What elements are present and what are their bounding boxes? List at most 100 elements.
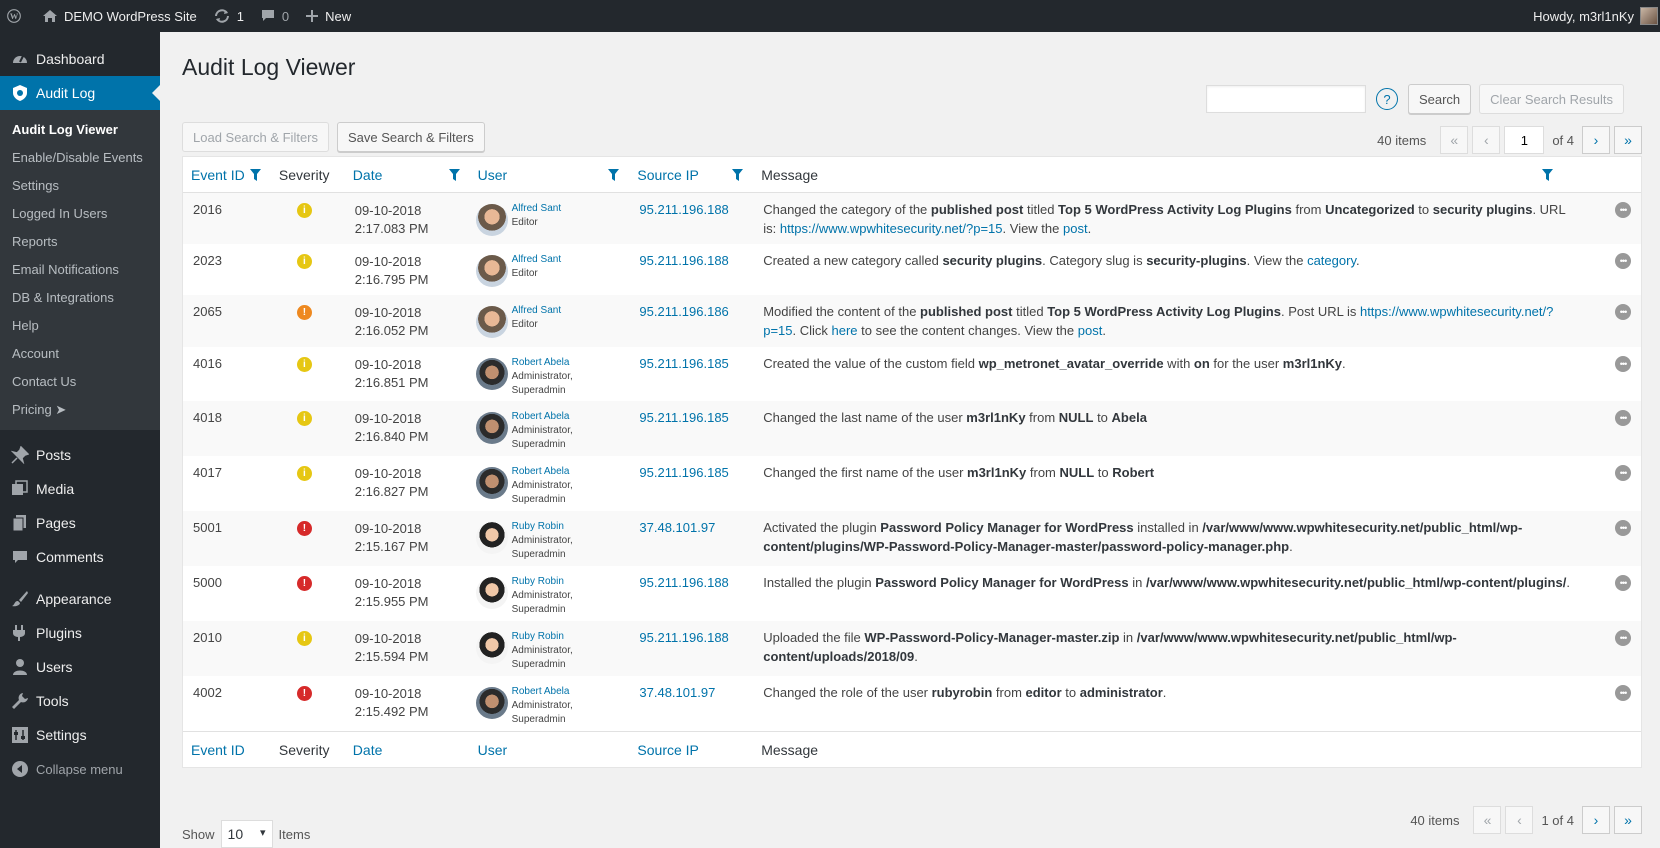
col-user[interactable]: User bbox=[470, 157, 630, 193]
col-date[interactable]: Date bbox=[345, 157, 470, 193]
submenu-db-integrations[interactable]: DB & Integrations bbox=[0, 284, 160, 312]
menu-posts[interactable]: Posts bbox=[0, 438, 160, 472]
submenu-reports[interactable]: Reports bbox=[0, 228, 160, 256]
last-page-button[interactable]: » bbox=[1614, 126, 1642, 154]
comments-link[interactable]: 0 bbox=[252, 0, 297, 32]
prev-page-button[interactable]: ‹ bbox=[1472, 126, 1501, 154]
save-filters-button[interactable]: Save Search & Filters bbox=[337, 122, 485, 152]
search-button[interactable]: Search bbox=[1407, 84, 1472, 114]
current-page-input[interactable] bbox=[1504, 126, 1545, 154]
menu-settings[interactable]: Settings bbox=[0, 718, 160, 752]
menu-media[interactable]: Media bbox=[0, 472, 160, 506]
col-label[interactable]: Date bbox=[353, 167, 383, 183]
more-details-icon[interactable]: ••• bbox=[1615, 304, 1631, 320]
user-name-link[interactable]: Ruby Robin bbox=[512, 521, 564, 532]
first-page-button[interactable]: « bbox=[1440, 126, 1469, 154]
menu-users[interactable]: Users bbox=[0, 650, 160, 684]
new-content-link[interactable]: New bbox=[297, 0, 359, 32]
col-label[interactable]: Event ID bbox=[191, 167, 245, 183]
submenu-enable-disable-events[interactable]: Enable/Disable Events bbox=[0, 144, 160, 172]
filter-icon[interactable] bbox=[608, 168, 620, 181]
source-ip-link[interactable]: 95.211.196.188 bbox=[639, 575, 728, 590]
source-ip-link[interactable]: 37.48.101.97 bbox=[639, 685, 715, 700]
col-label[interactable]: Source IP bbox=[637, 742, 698, 758]
menu-appearance[interactable]: Appearance bbox=[0, 582, 160, 616]
next-page-button[interactable]: › bbox=[1582, 126, 1610, 154]
more-details-icon[interactable]: ••• bbox=[1615, 575, 1631, 591]
next-page-button[interactable]: › bbox=[1582, 806, 1610, 834]
filter-icon[interactable] bbox=[448, 168, 460, 181]
col-event-id[interactable]: Event ID bbox=[183, 157, 271, 193]
source-ip-link[interactable]: 95.211.196.188 bbox=[639, 253, 728, 268]
col-label[interactable]: Event ID bbox=[191, 742, 245, 758]
col-label[interactable]: User bbox=[478, 167, 508, 183]
filter-icon[interactable] bbox=[1541, 168, 1553, 181]
submenu-help[interactable]: Help bbox=[0, 312, 160, 340]
menu-audit-log[interactable]: Audit Log bbox=[0, 76, 160, 110]
more-details-icon[interactable]: ••• bbox=[1615, 520, 1631, 536]
submenu-account[interactable]: Account bbox=[0, 340, 160, 368]
message-link[interactable]: https://www.wpwhitesecurity.net/?p=15 bbox=[780, 221, 1003, 236]
filter-icon[interactable] bbox=[249, 168, 261, 181]
user-name-link[interactable]: Robert Abela bbox=[512, 686, 570, 697]
more-details-icon[interactable]: ••• bbox=[1615, 410, 1631, 426]
menu-pages[interactable]: Pages bbox=[0, 506, 160, 540]
user-name-link[interactable]: Robert Abela bbox=[512, 411, 570, 422]
submenu-settings[interactable]: Settings bbox=[0, 172, 160, 200]
source-ip-link[interactable]: 95.211.196.185 bbox=[639, 356, 728, 371]
user-name-link[interactable]: Robert Abela bbox=[512, 466, 570, 477]
menu-tools[interactable]: Tools bbox=[0, 684, 160, 718]
message-link[interactable]: post bbox=[1078, 323, 1103, 338]
more-details-icon[interactable]: ••• bbox=[1615, 202, 1631, 218]
col-label[interactable]: Date bbox=[353, 742, 383, 758]
source-ip-link[interactable]: 95.211.196.188 bbox=[639, 630, 728, 645]
user-name-link[interactable]: Alfred Sant bbox=[512, 203, 561, 214]
site-name-link[interactable]: DEMO WordPress Site bbox=[34, 0, 205, 32]
prev-page-button[interactable]: ‹ bbox=[1505, 806, 1534, 834]
user-name-link[interactable]: Alfred Sant bbox=[512, 305, 561, 316]
more-details-icon[interactable]: ••• bbox=[1615, 465, 1631, 481]
user-name-link[interactable]: Ruby Robin bbox=[512, 631, 564, 642]
message-link[interactable]: post bbox=[1063, 221, 1088, 236]
more-details-icon[interactable]: ••• bbox=[1615, 356, 1631, 372]
wordpress-logo-icon[interactable]: W bbox=[0, 0, 34, 32]
clear-search-button[interactable]: Clear Search Results bbox=[1479, 84, 1624, 114]
col-event-id[interactable]: Event ID bbox=[183, 732, 271, 768]
filter-icon[interactable] bbox=[732, 168, 744, 181]
col-date[interactable]: Date bbox=[345, 732, 470, 768]
load-filters-button[interactable]: Load Search & Filters bbox=[182, 122, 330, 152]
my-account-link[interactable]: Howdy, m3rl1nKy bbox=[1525, 0, 1660, 32]
per-page-select[interactable]: 10 bbox=[220, 820, 273, 848]
source-ip-link[interactable]: 37.48.101.97 bbox=[639, 520, 715, 535]
submenu-audit-log-viewer[interactable]: Audit Log Viewer bbox=[0, 116, 160, 144]
user-name-link[interactable]: Robert Abela bbox=[512, 357, 570, 368]
source-ip-link[interactable]: 95.211.196.188 bbox=[639, 202, 728, 217]
menu-plugins[interactable]: Plugins bbox=[0, 616, 160, 650]
submenu-contact-us[interactable]: Contact Us bbox=[0, 368, 160, 396]
source-ip-link[interactable]: 95.211.196.185 bbox=[639, 465, 728, 480]
search-input[interactable] bbox=[1205, 85, 1366, 113]
updates-link[interactable]: 1 bbox=[205, 0, 252, 32]
user-name-link[interactable]: Ruby Robin bbox=[512, 576, 564, 587]
more-details-icon[interactable]: ••• bbox=[1615, 685, 1631, 701]
help-icon[interactable]: ? bbox=[1375, 88, 1398, 110]
menu-comments[interactable]: Comments bbox=[0, 540, 160, 574]
user-name-link[interactable]: Alfred Sant bbox=[512, 254, 561, 265]
submenu-email-notifications[interactable]: Email Notifications bbox=[0, 256, 160, 284]
col-label[interactable]: User bbox=[478, 742, 508, 758]
menu-dashboard[interactable]: Dashboard bbox=[0, 42, 160, 76]
submenu-logged-in-users[interactable]: Logged In Users bbox=[0, 200, 160, 228]
message-link[interactable]: here bbox=[832, 323, 858, 338]
more-details-icon[interactable]: ••• bbox=[1615, 253, 1631, 269]
col-source-ip[interactable]: Source IP bbox=[629, 732, 753, 768]
collapse-menu-button[interactable]: Collapse menu bbox=[0, 752, 160, 786]
message-link[interactable]: category bbox=[1307, 253, 1356, 268]
source-ip-link[interactable]: 95.211.196.186 bbox=[639, 304, 728, 319]
last-page-button[interactable]: » bbox=[1614, 806, 1642, 834]
col-user[interactable]: User bbox=[470, 732, 630, 768]
first-page-button[interactable]: « bbox=[1473, 806, 1502, 834]
source-ip-link[interactable]: 95.211.196.185 bbox=[639, 410, 728, 425]
submenu-pricing[interactable]: Pricing ➤ bbox=[0, 396, 160, 424]
col-source-ip[interactable]: Source IP bbox=[629, 157, 753, 193]
more-details-icon[interactable]: ••• bbox=[1615, 630, 1631, 646]
